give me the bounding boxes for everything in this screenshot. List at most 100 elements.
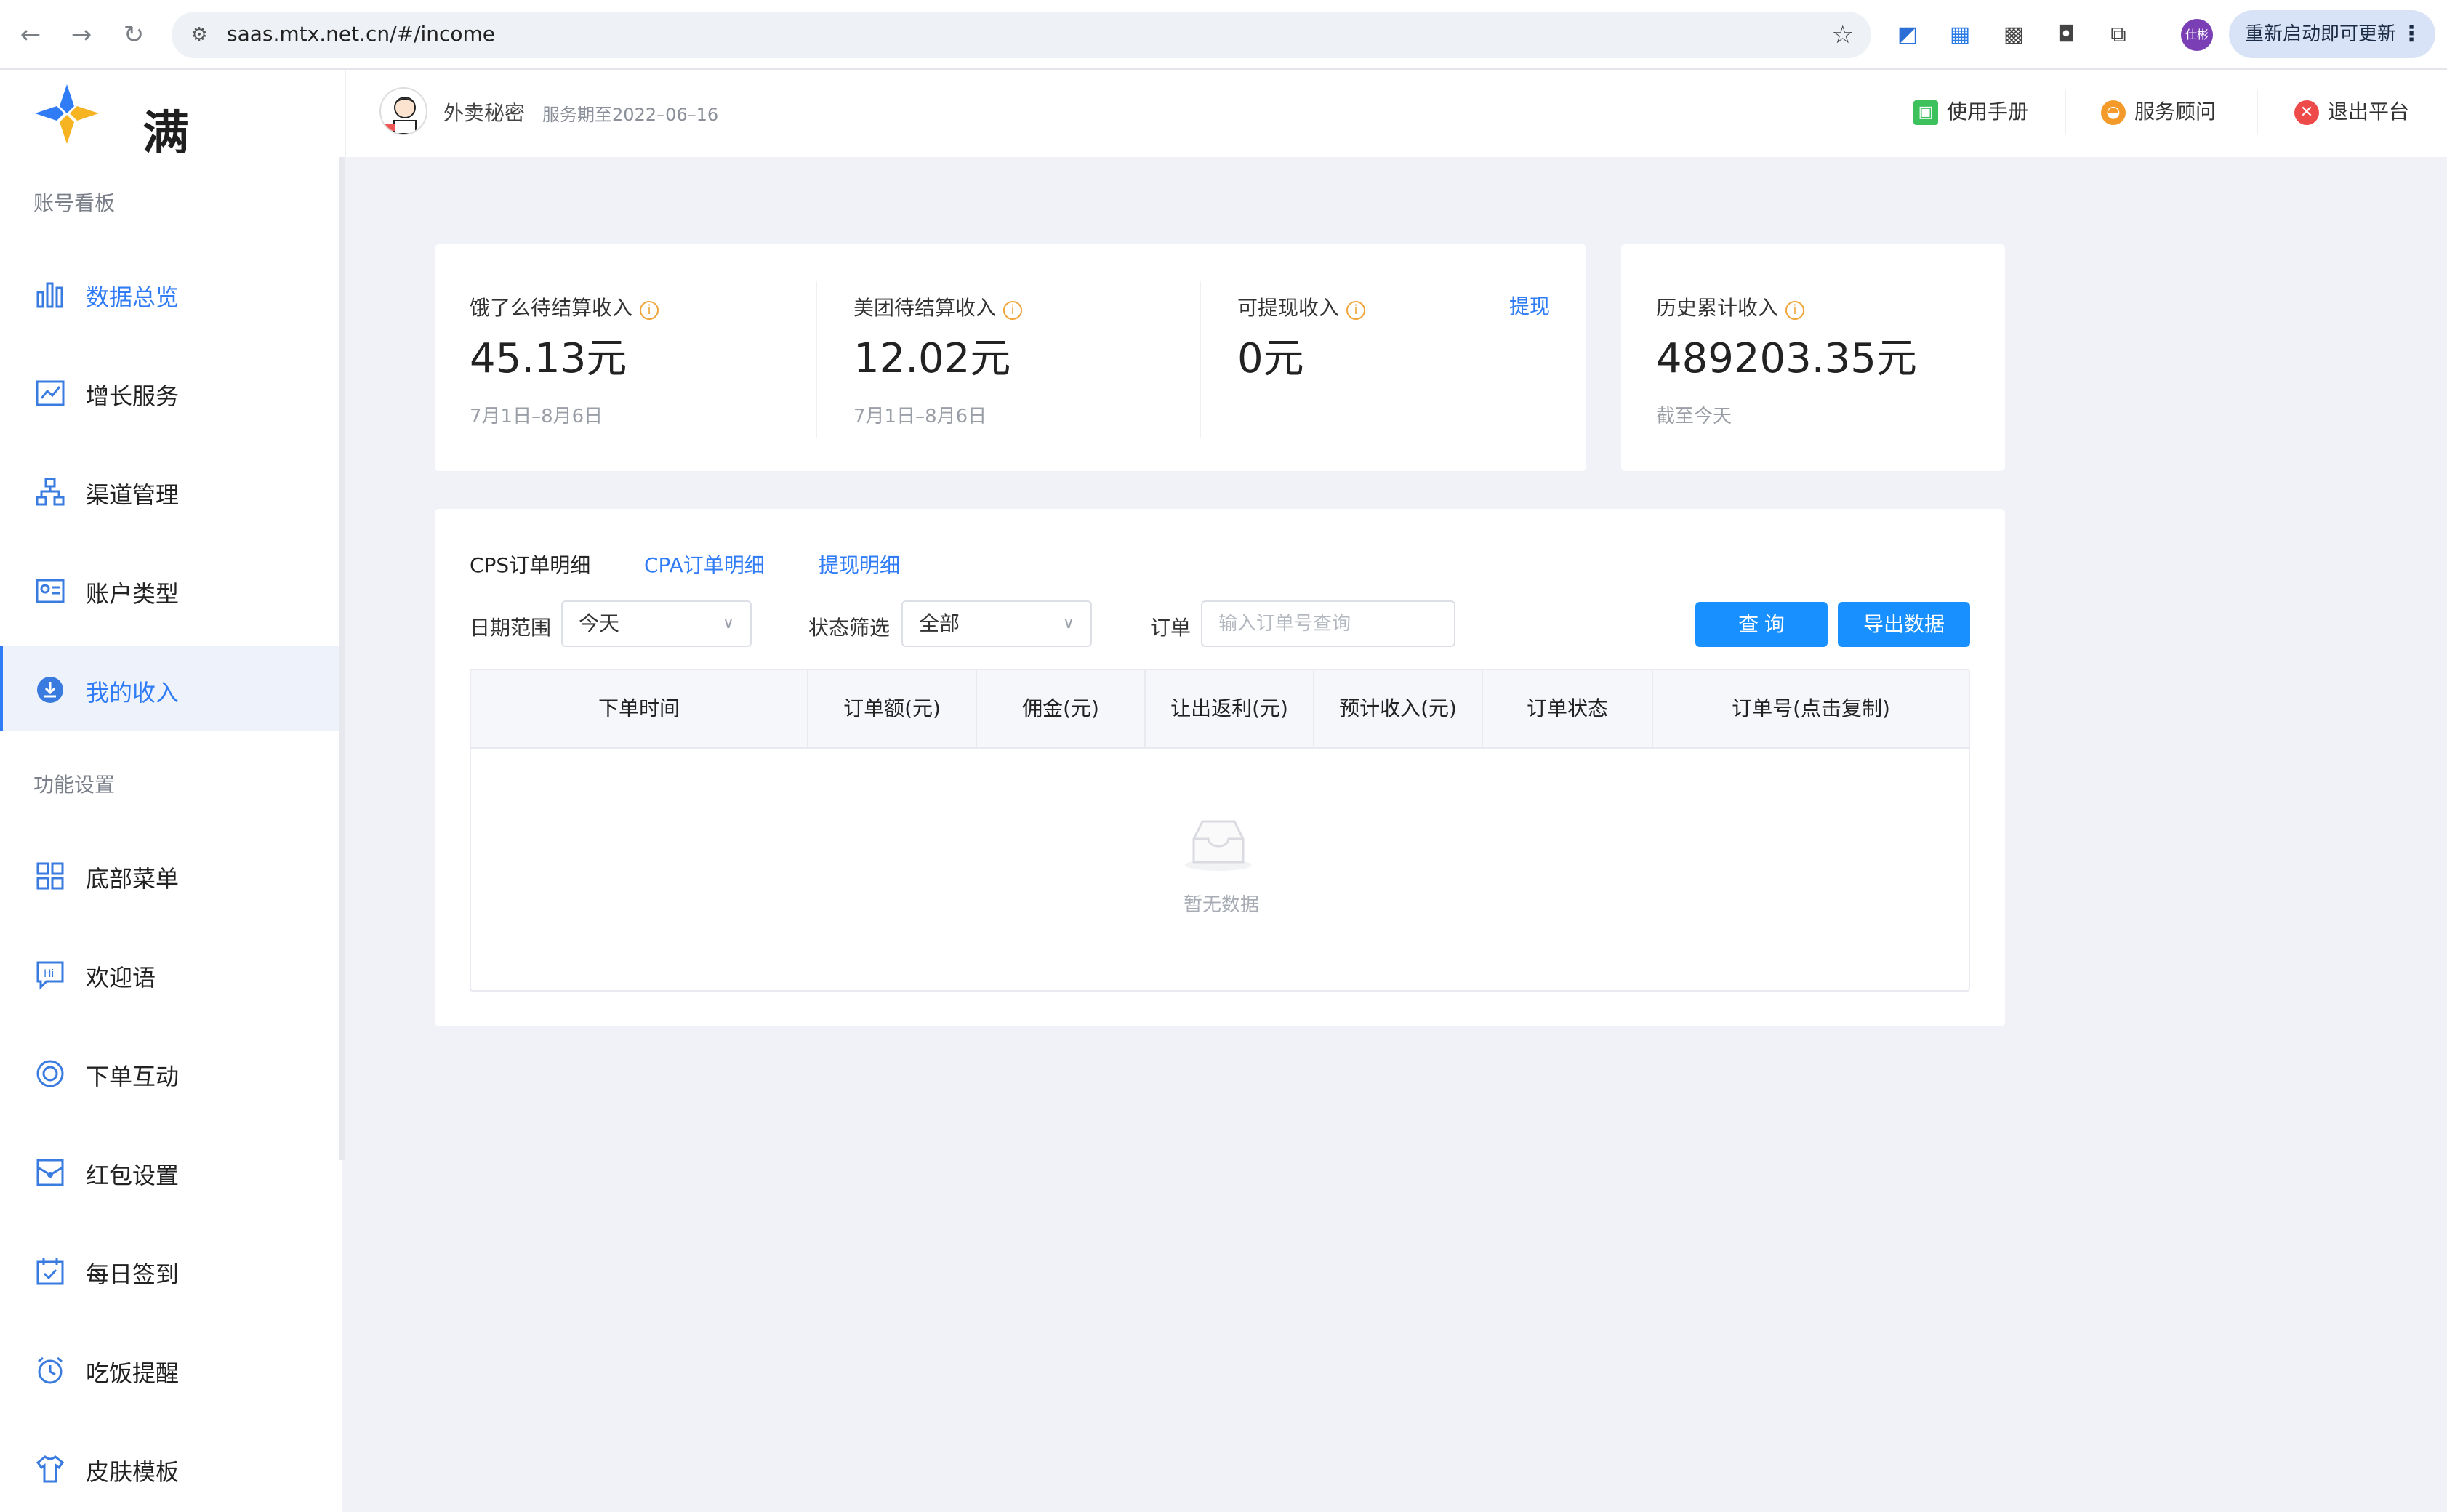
user-manual-link[interactable]: ▣ 使用手册 bbox=[1913, 96, 2028, 125]
bar-chart-icon bbox=[35, 279, 65, 310]
hi-chat-icon: Hi bbox=[35, 960, 65, 990]
sidebar-item-channels[interactable]: 渠道管理 bbox=[0, 448, 342, 534]
date-range-select[interactable]: 今天 ∨ bbox=[561, 600, 752, 647]
target-icon bbox=[35, 1058, 65, 1089]
column-header-expected-income: 预计收入(元) bbox=[1314, 670, 1483, 747]
back-arrow-icon[interactable]: ← bbox=[16, 20, 45, 49]
sidebar-item-label: 每日签到 bbox=[86, 1260, 180, 1288]
pending-income-card: 饿了么待结算收入 i 45.13元 7月1日–8月6日 美团待结算收入 i 12.0… bbox=[435, 244, 1586, 471]
info-icon[interactable]: i bbox=[1346, 301, 1366, 320]
date-range-label: 日期范围 bbox=[470, 616, 552, 640]
meituan-pending-value: 12.02元 bbox=[853, 335, 1011, 382]
column-header-order-amount: 订单额(元) bbox=[808, 670, 977, 747]
sidebar-item-label: 皮肤模板 bbox=[86, 1458, 180, 1486]
qr-scan-icon[interactable]: ▩ bbox=[1998, 19, 2030, 51]
sidebar: 账号看板 数据总览 增长服务 渠道管理 账户类型 我的收入 功能设置 底部菜单 … bbox=[0, 157, 342, 1512]
sidebar-section-settings: 功能设置 bbox=[33, 773, 116, 797]
download-circle-icon bbox=[35, 675, 65, 705]
order-search-input[interactable] bbox=[1201, 600, 1455, 647]
sidebar-item-account-type[interactable]: 账户类型 bbox=[0, 547, 342, 632]
sidebar-item-bottom-menu[interactable]: 底部菜单 bbox=[0, 832, 342, 917]
hierarchy-icon bbox=[35, 477, 65, 507]
info-icon[interactable]: i bbox=[1003, 301, 1023, 320]
eleme-pending-period: 7月1日–8月6日 bbox=[470, 406, 603, 427]
logo[interactable]: 满天星 bbox=[32, 81, 236, 294]
cartoon-avatar-icon bbox=[385, 97, 417, 134]
tab-cps-orders[interactable]: CPS订单明细 bbox=[470, 550, 590, 579]
close-circle-icon: ✕ bbox=[2294, 100, 2319, 125]
manual-book-icon: ▣ bbox=[1913, 100, 1938, 125]
qr-extension-icon[interactable]: ▦ bbox=[1944, 19, 1976, 51]
sidebar-item-skin-template[interactable]: 皮肤模板 bbox=[0, 1425, 342, 1511]
date-range-value: 今天 bbox=[579, 611, 620, 635]
url-text: saas.mtx.net.cn/#/income bbox=[227, 22, 495, 46]
column-header-order-status: 订单状态 bbox=[1483, 670, 1653, 747]
sidebar-item-growth[interactable]: 增长服务 bbox=[0, 349, 342, 435]
sidebar-section-dashboard: 账号看板 bbox=[33, 191, 116, 215]
sidebar-item-my-income[interactable]: 我的收入 bbox=[0, 646, 342, 731]
calendar-check-icon bbox=[35, 1256, 65, 1287]
s-extension-icon[interactable]: ◩ bbox=[1892, 19, 1924, 51]
sidebar-item-label: 吃饭提醒 bbox=[86, 1359, 180, 1387]
sidebar-item-label: 数据总览 bbox=[86, 284, 180, 311]
more-menu-icon[interactable]: ⋮ bbox=[2400, 10, 2422, 58]
sidebar-item-label: 增长服务 bbox=[86, 382, 180, 410]
query-button[interactable]: 查 询 bbox=[1695, 602, 1828, 647]
history-label: 历史累计收入 i bbox=[1656, 292, 1805, 321]
column-header-order-time: 下单时间 bbox=[471, 670, 808, 747]
empty-state-text: 暂无数据 bbox=[1183, 894, 1259, 916]
chevron-down-icon: ∨ bbox=[722, 614, 734, 632]
sidebar-item-label: 底部菜单 bbox=[86, 865, 180, 893]
address-bar[interactable]: ⚙ saas.mtx.net.cn/#/income ☆ bbox=[172, 12, 1871, 58]
meituan-pending-period: 7月1日–8月6日 bbox=[853, 406, 987, 427]
withdrawable-value: 0元 bbox=[1237, 335, 1304, 382]
sidebar-item-daily-checkin[interactable]: 每日签到 bbox=[0, 1227, 342, 1313]
info-icon[interactable]: i bbox=[1785, 301, 1805, 320]
withdrawable-stat: 可提现收入 i 0元 bbox=[1237, 244, 1557, 471]
history-value: 489203.35元 bbox=[1656, 335, 1917, 382]
meituan-pending-label-text: 美团待结算收入 bbox=[853, 296, 997, 320]
table-header: 下单时间 订单额(元) 佣金(元) 让出返利(元) 预计收入(元) 订单状态 订… bbox=[471, 670, 1969, 749]
chevron-down-icon: ∨ bbox=[1062, 614, 1074, 632]
service-period: 服务期至2022–06–16 bbox=[542, 105, 719, 125]
history-period: 截至今天 bbox=[1656, 406, 1732, 427]
service-advisor-link[interactable]: ◒ 服务顾问 bbox=[2101, 96, 2216, 125]
profile-avatar[interactable]: 仕彬 bbox=[2181, 19, 2213, 51]
sidebar-item-meal-reminder[interactable]: 吃饭提醒 bbox=[0, 1326, 342, 1412]
service-advisor-label: 服务顾问 bbox=[2134, 100, 2217, 124]
info-icon[interactable]: i bbox=[640, 301, 659, 320]
header-separator bbox=[2065, 89, 2066, 135]
forward-arrow-icon[interactable]: → bbox=[67, 20, 96, 49]
sidebar-scrollbar[interactable] bbox=[339, 157, 345, 1160]
stat-divider bbox=[816, 281, 817, 438]
sidebar-item-welcome[interactable]: Hi 欢迎语 bbox=[0, 930, 342, 1016]
site-settings-icon[interactable]: ⚙ bbox=[188, 23, 211, 47]
eleme-pending-label-text: 饿了么待结算收入 bbox=[470, 296, 633, 320]
export-data-button[interactable]: 导出数据 bbox=[1838, 602, 1970, 647]
eleme-pending-label: 饿了么待结算收入 i bbox=[470, 292, 659, 321]
history-income-card: 历史累计收入 i 489203.35元 截至今天 bbox=[1621, 244, 2005, 471]
browser-toolbar: ← → ↻ ⚙ saas.mtx.net.cn/#/income ☆ ◩ ▦ ▩… bbox=[0, 0, 2447, 70]
sidebar-item-label: 红包设置 bbox=[86, 1162, 180, 1189]
bookmark-star-icon[interactable]: ☆ bbox=[1832, 20, 1854, 49]
tab-withdraw-records[interactable]: 提现明细 bbox=[819, 550, 900, 579]
column-header-commission: 佣金(元) bbox=[977, 670, 1146, 747]
update-label: 重新启动即可更新 bbox=[2245, 23, 2397, 45]
reload-icon[interactable]: ↻ bbox=[119, 20, 148, 49]
eleme-pending-value: 45.13元 bbox=[470, 335, 627, 382]
tab-cpa-orders[interactable]: CPA订单明细 bbox=[644, 550, 765, 579]
update-browser-button[interactable]: 重新启动即可更新 ⋮ bbox=[2229, 10, 2435, 58]
eleme-pending-stat: 饿了么待结算收入 i 45.13元 7月1日–8月6日 bbox=[470, 244, 819, 471]
sidebar-item-order-interaction[interactable]: 下单互动 bbox=[0, 1029, 342, 1115]
sidebar-item-data-overview[interactable]: 数据总览 bbox=[0, 250, 342, 336]
star-logo-icon bbox=[35, 84, 99, 144]
status-filter-select[interactable]: 全部 ∨ bbox=[901, 600, 1092, 647]
grid-icon bbox=[35, 861, 65, 891]
withdraw-link[interactable]: 提现 bbox=[1509, 291, 1550, 320]
puzzle-extensions-icon[interactable]: ⧉ bbox=[2102, 19, 2134, 51]
robot-extension-icon[interactable]: ◘ bbox=[2050, 19, 2082, 51]
logout-link[interactable]: ✕ 退出平台 bbox=[2294, 96, 2409, 125]
history-stat: 历史累计收入 i 489203.35元 截至今天 bbox=[1656, 244, 1990, 471]
shop-avatar[interactable] bbox=[379, 87, 427, 135]
sidebar-item-red-envelope[interactable]: 红包设置 bbox=[0, 1128, 342, 1214]
